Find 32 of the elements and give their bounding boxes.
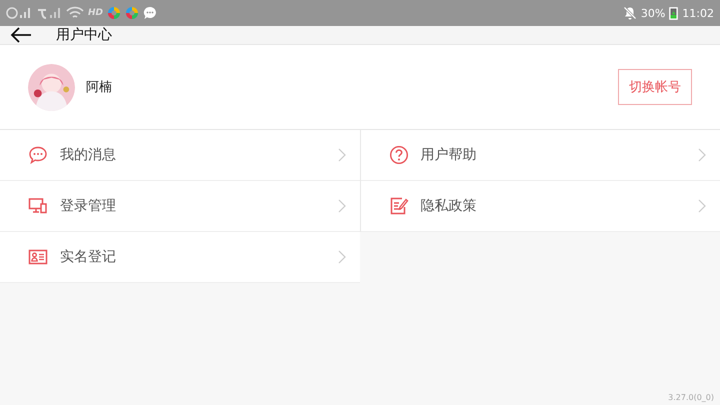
user-name: 阿楠 bbox=[86, 79, 112, 96]
devices-icon bbox=[28, 196, 48, 216]
chat-bubble-icon bbox=[143, 6, 158, 20]
version-label: 3.27.0(0_0) bbox=[668, 393, 714, 402]
chevron-right-icon bbox=[338, 148, 346, 162]
wifi-icon bbox=[66, 6, 84, 20]
chevron-right-icon bbox=[338, 250, 346, 264]
app-icon bbox=[107, 6, 122, 20]
menu-item-label: 用户帮助 bbox=[420, 146, 476, 164]
menu-item-label: 我的消息 bbox=[60, 146, 116, 164]
clock: 11:02 bbox=[682, 6, 714, 20]
help-icon bbox=[388, 145, 408, 165]
page-title: 用户中心 bbox=[56, 26, 112, 44]
signal-icon bbox=[6, 6, 32, 20]
signal-icon bbox=[36, 6, 62, 20]
app-icon bbox=[125, 6, 140, 20]
battery-percent: 30% bbox=[640, 6, 666, 20]
bell-off-icon bbox=[622, 6, 637, 20]
avatar bbox=[28, 64, 75, 110]
switch-account-button[interactable]: 切换帐号 bbox=[618, 69, 692, 105]
chevron-right-icon bbox=[698, 148, 706, 162]
chevron-right-icon bbox=[338, 199, 346, 213]
chevron-right-icon bbox=[698, 199, 706, 213]
menu-item-label: 登录管理 bbox=[60, 197, 116, 215]
chat-bubble-icon bbox=[28, 145, 48, 165]
back-arrow-icon[interactable] bbox=[10, 26, 32, 44]
id-card-icon bbox=[28, 247, 48, 267]
battery-icon bbox=[669, 6, 678, 20]
menu-item-label: 实名登记 bbox=[60, 248, 116, 266]
menu-item-label: 隐私政策 bbox=[420, 197, 476, 215]
document-edit-icon bbox=[388, 196, 408, 216]
network-label: HD bbox=[88, 8, 104, 18]
